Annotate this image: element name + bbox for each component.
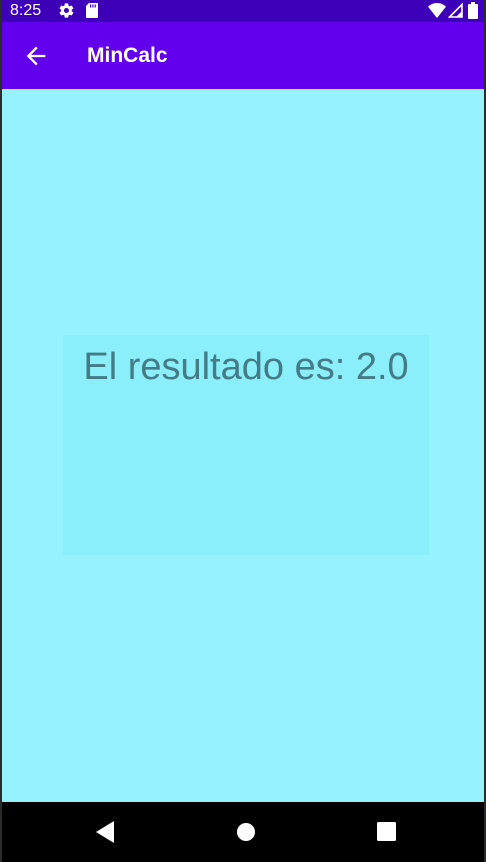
navigation-bar <box>2 802 484 862</box>
result-text: El resultado es: 2.0 <box>83 346 409 388</box>
arrow-left-icon[interactable] <box>22 42 50 70</box>
content-area: El resultado es: 2.0 <box>2 89 484 802</box>
nav-home-icon[interactable] <box>236 822 256 842</box>
device-screen: 8:25 MinCalc El resultado es: 2.0 <box>0 0 486 862</box>
result-box: El resultado es: 2.0 <box>63 335 429 555</box>
wifi-icon <box>428 3 446 18</box>
battery-icon <box>468 2 478 19</box>
app-bar: MinCalc <box>2 22 484 89</box>
signal-icon <box>448 3 463 18</box>
status-bar: 8:25 <box>2 0 484 22</box>
gear-icon <box>59 3 74 18</box>
nav-back-icon[interactable] <box>96 821 116 843</box>
status-time: 8:25 <box>10 2 42 19</box>
app-title: MinCalc <box>87 44 168 67</box>
sd-card-icon <box>86 3 98 18</box>
nav-recents-icon[interactable] <box>377 822 396 841</box>
